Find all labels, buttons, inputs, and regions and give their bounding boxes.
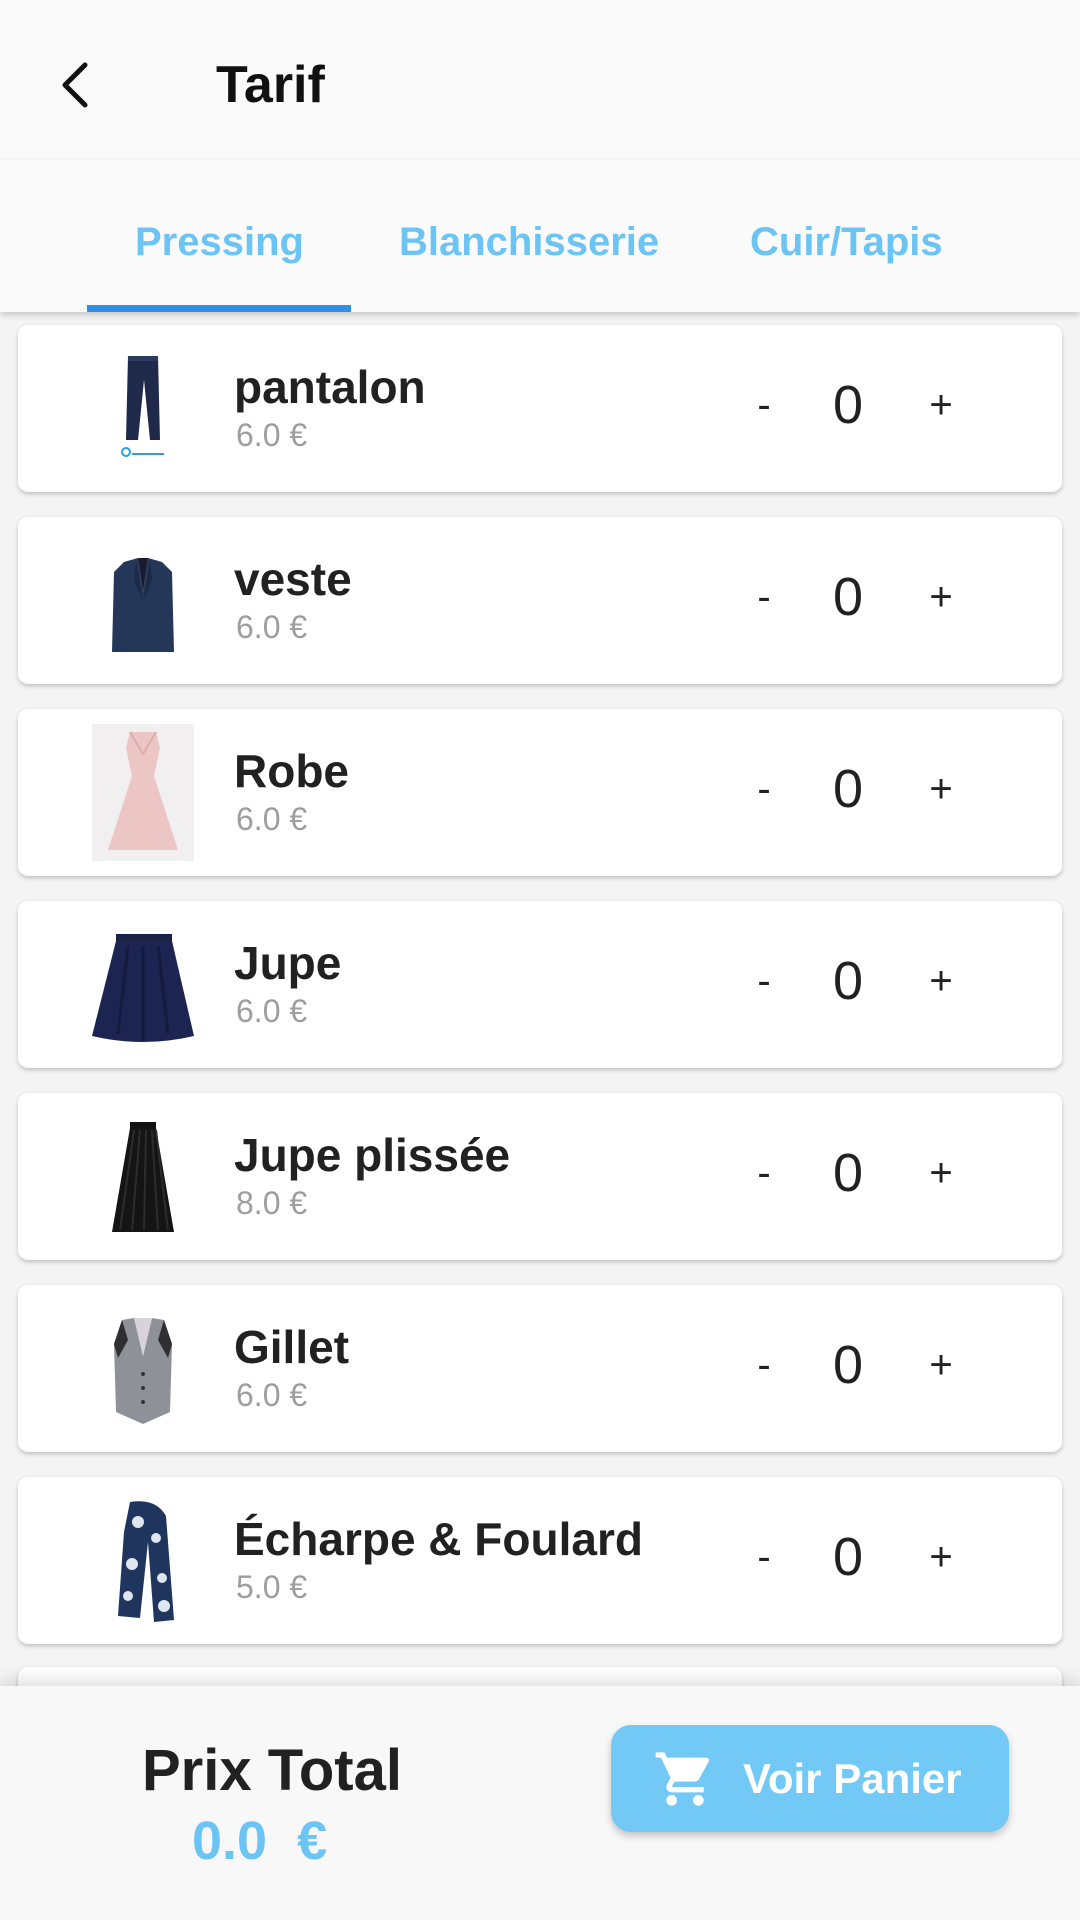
- decrement-button[interactable]: -: [734, 370, 794, 440]
- page-title: Tarif: [216, 56, 325, 114]
- quantity-value: 0: [832, 1335, 864, 1395]
- decrement-button[interactable]: -: [734, 562, 794, 632]
- item-name: pantalon: [234, 361, 426, 413]
- item-price: 5.0 €: [236, 1569, 308, 1605]
- pants-image: [68, 340, 218, 477]
- list-item: Écharpe & Foulard 5.0 € - 0 +: [18, 1477, 1062, 1644]
- active-tab-indicator: [87, 305, 351, 312]
- list-item-partial: [18, 1667, 1062, 1686]
- tab-cuir-tapis[interactable]: Cuir/Tapis: [750, 212, 943, 272]
- view-cart-button[interactable]: Voir Panier: [611, 1725, 1009, 1832]
- increment-button[interactable]: +: [911, 754, 971, 824]
- item-price: 6.0 €: [236, 801, 308, 837]
- list-item: veste 6.0 € - 0 +: [18, 517, 1062, 684]
- quantity-value: 0: [832, 375, 864, 435]
- item-price: 6.0 €: [236, 1377, 308, 1413]
- view-cart-label: Voir Panier: [743, 1755, 962, 1802]
- cart-icon: [655, 1752, 710, 1806]
- list-item: Jupe 6.0 € - 0 +: [18, 901, 1062, 1068]
- increment-button[interactable]: +: [911, 946, 971, 1016]
- scarf-image: [68, 1492, 218, 1629]
- quantity-value: 0: [832, 567, 864, 627]
- decrement-button[interactable]: -: [734, 1522, 794, 1592]
- increment-button[interactable]: +: [911, 562, 971, 632]
- tab-pressing[interactable]: Pressing: [135, 212, 304, 272]
- bottom-bar: Prix Total 0.0 € Voir Panier: [0, 1686, 1080, 1920]
- app-bar: Tarif: [0, 0, 1080, 160]
- skirt-image: [68, 916, 218, 1053]
- item-name: Robe: [234, 745, 349, 797]
- total-value: 0.0 €: [192, 1811, 328, 1871]
- quantity-value: 0: [832, 1527, 864, 1587]
- tab-blanchisserie[interactable]: Blanchisserie: [399, 212, 659, 272]
- item-name: Jupe plissée: [234, 1129, 511, 1181]
- decrement-button[interactable]: -: [734, 1330, 794, 1400]
- list-item: Gillet 6.0 € - 0 +: [18, 1285, 1062, 1452]
- item-price: 8.0 €: [236, 1185, 308, 1221]
- quantity-value: 0: [832, 759, 864, 819]
- item-name: Gillet: [234, 1321, 350, 1373]
- pleated-skirt-image: [68, 1108, 218, 1245]
- increment-button[interactable]: +: [911, 1138, 971, 1208]
- vest-image: [68, 1300, 218, 1437]
- item-name: Écharpe & Foulard: [234, 1513, 643, 1565]
- list-item: pantalon 6.0 € - 0 +: [18, 325, 1062, 492]
- item-name: veste: [234, 553, 352, 605]
- quantity-value: 0: [832, 1143, 864, 1203]
- jacket-image: [68, 532, 218, 669]
- back-button[interactable]: [40, 45, 110, 125]
- chevron-left-icon: [62, 62, 88, 108]
- increment-button[interactable]: +: [911, 1522, 971, 1592]
- increment-button[interactable]: +: [911, 370, 971, 440]
- item-price: 6.0 €: [236, 417, 308, 453]
- quantity-value: 0: [832, 951, 864, 1011]
- total-label: Prix Total: [142, 1738, 402, 1803]
- decrement-button[interactable]: -: [734, 946, 794, 1016]
- decrement-button[interactable]: -: [734, 1138, 794, 1208]
- increment-button[interactable]: +: [911, 1330, 971, 1400]
- tab-bar: Pressing Blanchisserie Cuir/Tapis: [0, 160, 1080, 312]
- dress-image: [68, 724, 218, 861]
- item-name: Jupe: [234, 937, 342, 989]
- list-item: Jupe plissée 8.0 € - 0 +: [18, 1093, 1062, 1260]
- decrement-button[interactable]: -: [734, 754, 794, 824]
- item-price: 6.0 €: [236, 993, 308, 1029]
- list-item: Robe 6.0 € - 0 +: [18, 709, 1062, 876]
- price-list[interactable]: pantalon 6.0 € - 0 + veste 6.0 € - 0 + R…: [0, 312, 1080, 1686]
- item-price: 6.0 €: [236, 609, 308, 645]
